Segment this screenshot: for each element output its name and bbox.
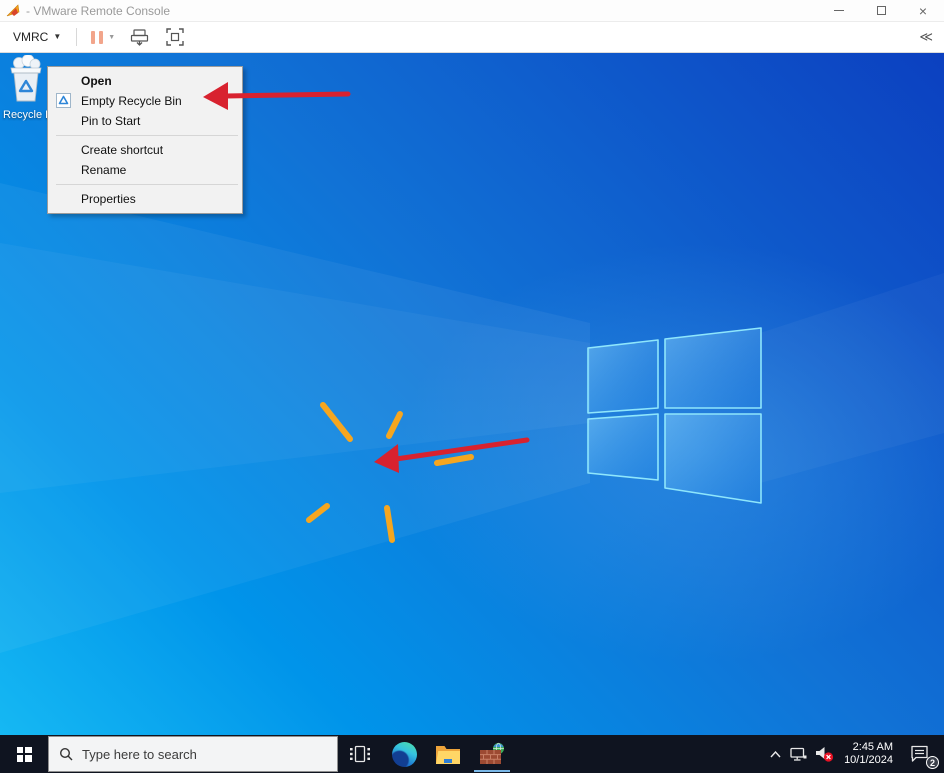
vmrc-menu-label: VMRC [13,30,48,44]
active-app-indicator [474,770,510,773]
network-icon [790,747,807,762]
collapse-toolbar-button[interactable]: ≪ [914,26,936,48]
firewall-brick-globe-icon [479,742,506,766]
task-view-icon [349,745,371,763]
search-icon [59,747,73,761]
empty-recycle-bin-icon [56,93,71,108]
window-title: - VMware Remote Console [26,4,818,18]
start-button[interactable] [0,735,48,773]
chevron-down-icon: ▼ [108,34,115,41]
menu-item-pin-to-start[interactable]: Pin to Start [48,111,242,131]
menu-separator [56,135,238,136]
close-icon: × [919,4,927,18]
taskbar-clock[interactable]: 2:45 AM 10/1/2024 [838,741,900,767]
recycle-bin-context-menu: Open Empty Recycle Bin Pin to Start Crea… [47,66,243,214]
show-hidden-icons-button[interactable] [764,735,786,773]
close-button[interactable]: × [902,0,944,21]
send-ctrl-alt-del-button[interactable] [125,26,155,49]
system-tray: 2:45 AM 10/1/2024 2 [764,735,944,773]
minimize-icon [834,10,844,11]
task-view-button[interactable] [338,735,382,773]
menu-item-open[interactable]: Open [48,71,242,91]
menu-item-rename[interactable]: Rename [48,160,242,180]
clock-date: 10/1/2024 [844,754,893,767]
notification-count-badge: 2 [926,756,939,769]
windows-start-icon [17,747,32,762]
taskbar-edge-button[interactable] [382,735,426,773]
ctrl-alt-del-icon [130,29,150,46]
suspend-vm-button[interactable]: ▼ [87,28,119,47]
edge-icon [392,742,417,767]
vmware-remote-console-window: - VMware Remote Console × VMRC ▼ ▼ [0,0,944,775]
double-chevron-left-icon: ≪ [919,29,931,45]
chevron-up-icon [770,751,781,758]
menu-item-properties[interactable]: Properties [48,189,242,209]
minimize-button[interactable] [818,0,860,21]
title-bar: - VMware Remote Console × [0,0,944,22]
taskbar-file-explorer-button[interactable] [426,735,470,773]
fullscreen-button[interactable] [161,25,189,49]
menu-item-create-shortcut[interactable]: Create shortcut [48,140,242,160]
volume-button[interactable] [811,735,838,773]
menu-item-empty-recycle-bin[interactable]: Empty Recycle Bin [48,91,242,111]
windows-logo [583,320,763,510]
vmrc-app-icon [6,4,20,18]
file-explorer-icon [435,744,461,765]
taskbar-search-box[interactable] [48,736,338,772]
fullscreen-icon [166,28,184,46]
clock-time: 2:45 AM [844,741,893,754]
recycle-bin-label: Recycle Bin [2,109,47,121]
pause-icon [91,31,103,44]
remote-desktop-viewport[interactable]: Recycle Bin Open Empty Recycle Bin Pin t… [0,53,944,773]
taskbar-firewall-app-button[interactable] [470,735,514,773]
recycle-bin-icon [5,55,47,103]
vmrc-menu-button[interactable]: VMRC ▼ [8,27,66,47]
action-center-button[interactable]: 2 [900,735,940,773]
windows-taskbar: 2:45 AM 10/1/2024 2 [0,735,944,773]
search-input[interactable] [82,747,302,762]
menu-separator [56,184,238,185]
maximize-icon [877,6,886,15]
recycle-bin-desktop-icon[interactable]: Recycle Bin [2,55,50,121]
chevron-down-icon: ▼ [53,33,61,41]
maximize-button[interactable] [860,0,902,21]
vmrc-toolbar: VMRC ▼ ▼ ≪ [0,22,944,53]
toolbar-divider [76,28,77,46]
network-status-button[interactable] [786,735,811,773]
volume-muted-icon [815,746,835,763]
